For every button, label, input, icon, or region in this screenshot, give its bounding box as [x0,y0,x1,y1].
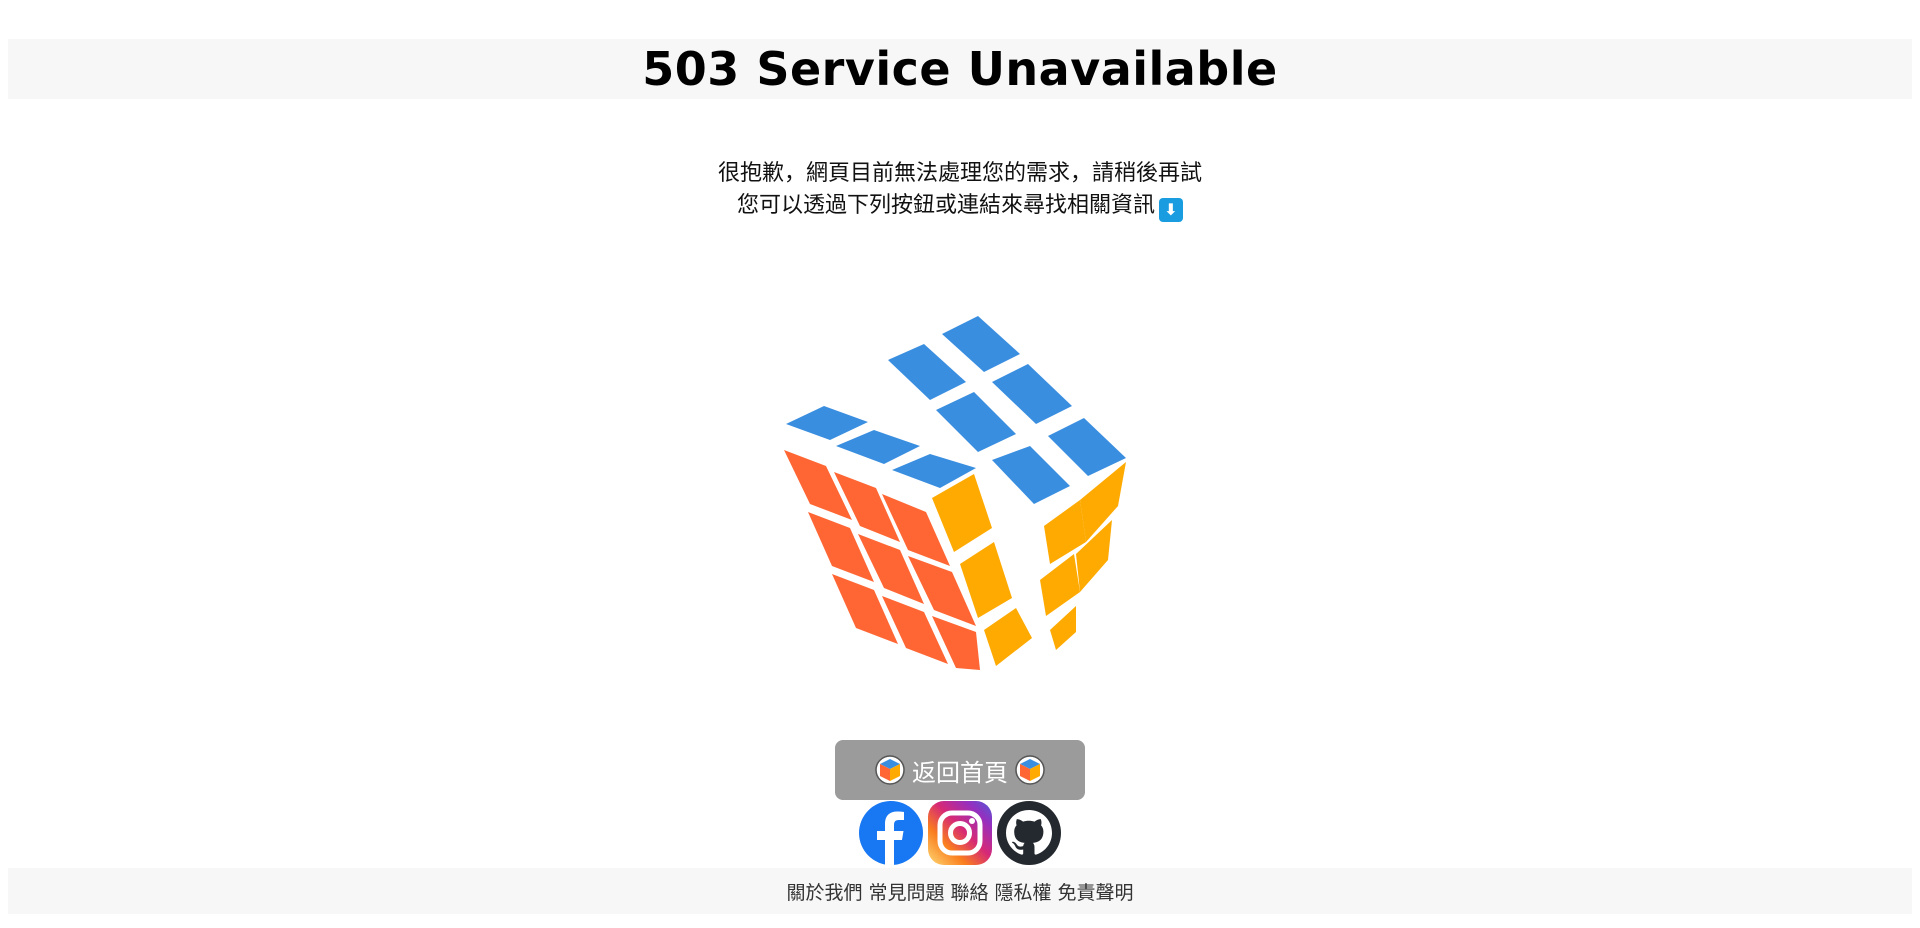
footer-link-about[interactable]: 關於我們 [786,878,862,905]
footer-link-privacy[interactable]: 隱私權 [995,878,1052,905]
footer-link-faq[interactable]: 常見問題 [868,878,944,905]
github-link[interactable] [996,800,1062,866]
social-links [858,800,1062,866]
footer-link-disclaimer[interactable]: 免責聲明 [1058,878,1134,905]
instagram-icon [928,801,992,865]
footer: 關於我們 常見問題 聯絡 隱私權 免責聲明 [8,868,1912,914]
site-logo-icon [875,755,905,785]
error-message: 很抱歉，網頁目前無法處理您的需求，請稍後再試 您可以透過下列按鈕或連結來尋找相關… [0,158,1920,222]
home-button[interactable]: 返回首頁 [835,740,1085,800]
facebook-icon [859,801,923,866]
error-page: 503 Service Unavailable 很抱歉，網頁目前無法處理您的需求… [0,0,1920,928]
site-logo-icon [1015,755,1045,785]
message-line-2-wrap: 您可以透過下列按鈕或連結來尋找相關資訊 ⬇ [0,190,1920,222]
message-line-2: 您可以透過下列按鈕或連結來尋找相關資訊 [736,193,1155,218]
down-arrow-icon: ⬇ [1159,198,1183,222]
message-line-1: 很抱歉，網頁目前無法處理您的需求，請稍後再試 [717,161,1202,186]
home-button-label: 返回首頁 [912,758,1008,787]
facebook-link[interactable] [858,800,924,866]
cube-left-face [784,450,980,670]
rubiks-cube-icon [784,316,1126,670]
page-title: 503 Service Unavailable [642,42,1278,96]
footer-link-contact[interactable]: 聯絡 [950,878,988,905]
github-icon [997,801,1061,865]
instagram-link[interactable] [927,800,993,866]
title-bar: 503 Service Unavailable [8,39,1912,99]
